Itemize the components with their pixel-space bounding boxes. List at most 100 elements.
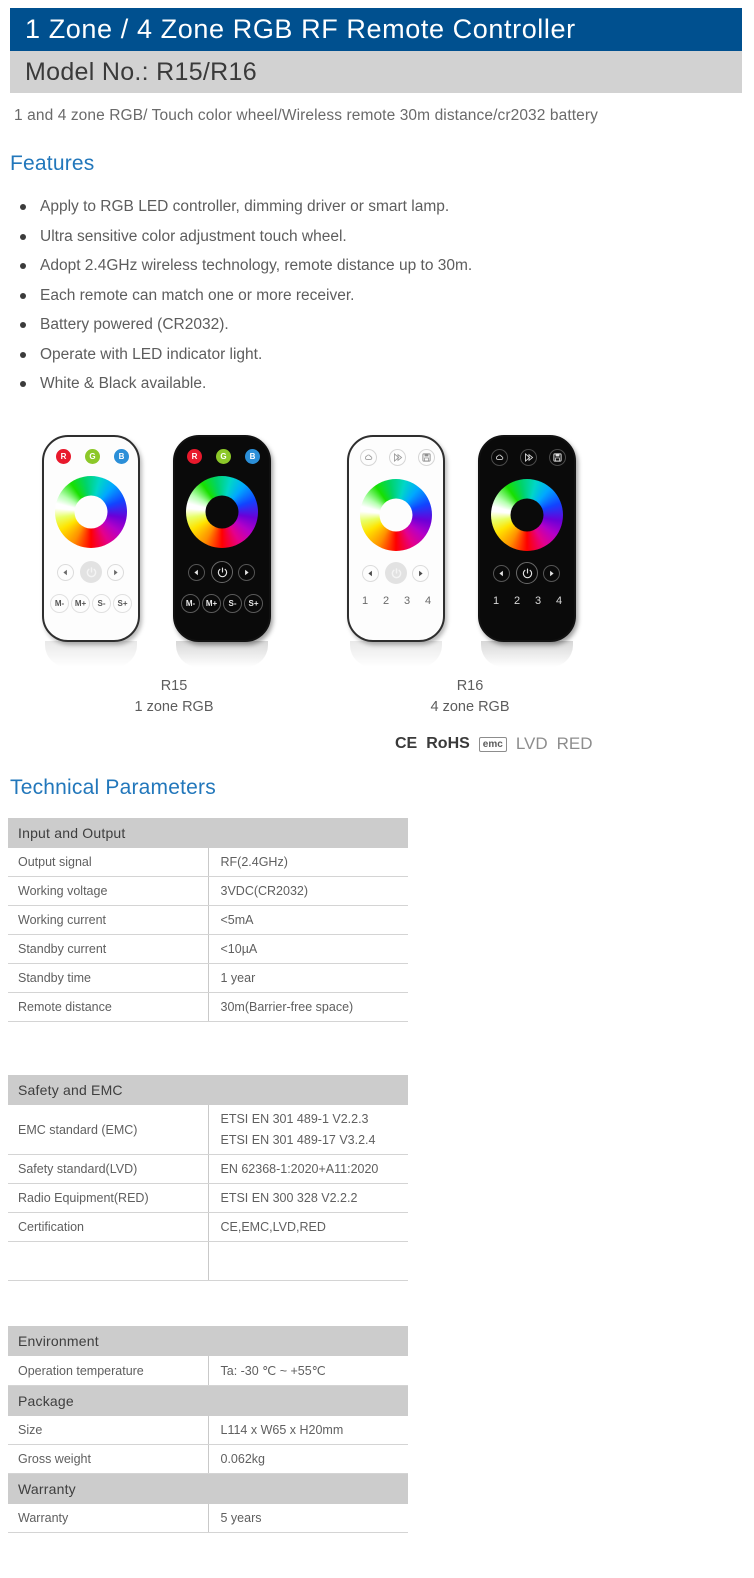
table-row: Working current <5mA (8, 905, 408, 935)
row-key: Size (8, 1416, 209, 1445)
row-key: Safety standard(LVD) (8, 1154, 209, 1184)
product-desc-r16: 4 zone RGB (430, 699, 510, 715)
row-key: Output signal (8, 848, 209, 877)
lvd-badge: LVD (515, 734, 548, 753)
speed-down-button: S- (92, 594, 111, 613)
list-item: Adopt 2.4GHz wireless technology, remote… (12, 251, 612, 281)
product-reflection (45, 641, 137, 667)
table-row: Standby current <10µA (8, 934, 408, 964)
speed-forward-icon (520, 449, 537, 466)
zone-button-2: 2 (513, 595, 521, 607)
zone-button-4: 4 (555, 595, 563, 607)
save-floppy-icon (418, 449, 435, 466)
product-image-r15-black: R G B M- M+ S- S+ (173, 435, 271, 642)
row-value: ETSI EN 300 328 V2.2.2 (208, 1183, 408, 1213)
table-group-header: Package (8, 1385, 408, 1416)
row-value: EN 62368-1:2020+A11:2020 (208, 1154, 408, 1184)
features-list: Apply to RGB LED controller, dimming dri… (12, 192, 612, 399)
row-value: 5 years (208, 1504, 408, 1533)
product-name-r16: R16 (456, 678, 484, 694)
table-row: Size L114 x W65 x H20mm (8, 1416, 408, 1445)
list-item: Battery powered (CR2032). (12, 310, 612, 340)
prev-arrow-icon (57, 564, 74, 581)
prev-arrow-icon (188, 564, 205, 581)
save-floppy-icon (549, 449, 566, 466)
row-key: Gross weight (8, 1444, 209, 1474)
row-key: Operation temperature (8, 1356, 209, 1386)
product-image-r16-white: 1 2 3 4 (347, 435, 445, 642)
list-item: Each remote can match one or more receiv… (12, 281, 612, 311)
prev-arrow-icon (493, 565, 510, 582)
table-row: Gross weight 0.062kg (8, 1444, 408, 1474)
next-arrow-icon (543, 565, 560, 582)
speed-up-button: S+ (244, 594, 263, 613)
table-row: Warranty 5 years (8, 1504, 408, 1533)
product-reflection (350, 641, 442, 667)
group-label: Environment (8, 1326, 408, 1356)
power-icon (385, 562, 407, 584)
product-image-r15-white: R G B M- M+ S- S+ (42, 435, 140, 642)
group-label: Warranty (8, 1473, 408, 1504)
ce-mark-icon: CE (395, 735, 418, 752)
indicator-r-icon: R (56, 449, 71, 464)
list-item: Ultra sensitive color adjustment touch w… (12, 222, 612, 252)
product-title-bar: 1 Zone / 4 Zone RGB RF Remote Controller (10, 8, 742, 51)
row-value: CE,EMC,LVD,RED (208, 1212, 408, 1242)
group-label: Safety and EMC (8, 1075, 408, 1105)
mode-up-button: M+ (202, 594, 221, 613)
row-value-line2: ETSI EN 301 489-17 V3.2.4 (220, 1133, 376, 1147)
color-wheel-icon (491, 479, 563, 551)
spec-table-environment-package-warranty: Environment Operation temperature Ta: -3… (8, 1326, 408, 1533)
zone-button-3: 3 (534, 595, 542, 607)
list-item: White & Black available. (12, 369, 612, 399)
table-row: EMC standard (EMC) ETSI EN 301 489-1 V2.… (8, 1105, 408, 1155)
table-row-empty (8, 1241, 408, 1281)
zone-button-1: 1 (361, 595, 369, 607)
indicator-g-icon: G (216, 449, 231, 464)
row-value: Ta: -30 ℃ ~ +55℃ (208, 1356, 408, 1386)
product-desc-r15: 1 zone RGB (134, 699, 214, 715)
list-item: Operate with LED indicator light. (12, 340, 612, 370)
product-reflection (176, 641, 268, 667)
table-group-header: Safety and EMC (8, 1075, 408, 1105)
row-value: 3VDC(CR2032) (208, 876, 408, 906)
list-item: Apply to RGB LED controller, dimming dri… (12, 192, 612, 222)
table-row: Working voltage 3VDC(CR2032) (8, 876, 408, 906)
row-value: L114 x W65 x H20mm (208, 1416, 408, 1445)
red-badge: RED (556, 734, 593, 753)
mode-up-button: M+ (71, 594, 90, 613)
spec-table-input-output: Input and Output Output signal RF(2.4GHz… (8, 818, 408, 1022)
row-value: 30m(Barrier-free space) (208, 992, 408, 1022)
zone-button-3: 3 (403, 595, 411, 607)
product-subtitle: 1 and 4 zone RGB/ Touch color wheel/Wire… (14, 107, 598, 124)
zone-button-4: 4 (424, 595, 432, 607)
row-value-line1: ETSI EN 301 489-1 V2.2.3 (220, 1112, 369, 1126)
speed-up-button: S+ (113, 594, 132, 613)
color-wheel-icon (360, 479, 432, 551)
table-group-header: Input and Output (8, 818, 408, 848)
row-value (208, 1241, 408, 1281)
group-label: Input and Output (8, 818, 408, 848)
row-value: ETSI EN 301 489-1 V2.2.3 ETSI EN 301 489… (208, 1105, 408, 1155)
table-group-header: Environment (8, 1326, 408, 1356)
next-arrow-icon (412, 565, 429, 582)
color-wheel-icon (186, 476, 258, 548)
next-arrow-icon (107, 564, 124, 581)
speed-down-button: S- (223, 594, 242, 613)
speed-forward-icon (389, 449, 406, 466)
indicator-b-icon: B (114, 449, 129, 464)
indicator-g-icon: G (85, 449, 100, 464)
next-arrow-icon (238, 564, 255, 581)
row-key: Certification (8, 1212, 209, 1242)
row-key: Remote distance (8, 992, 209, 1022)
row-value: RF(2.4GHz) (208, 848, 408, 877)
power-icon (516, 562, 538, 584)
row-value: 1 year (208, 963, 408, 993)
table-row: Operation temperature Ta: -30 ℃ ~ +55℃ (8, 1356, 408, 1386)
technical-parameters-heading: Technical Parameters (10, 776, 216, 799)
row-key: EMC standard (EMC) (8, 1105, 209, 1155)
product-image-r16-black: 1 2 3 4 (478, 435, 576, 642)
emc-badge: emc (478, 736, 507, 752)
zone-button-2: 2 (382, 595, 390, 607)
table-row: Safety standard(LVD) EN 62368-1:2020+A11… (8, 1154, 408, 1184)
